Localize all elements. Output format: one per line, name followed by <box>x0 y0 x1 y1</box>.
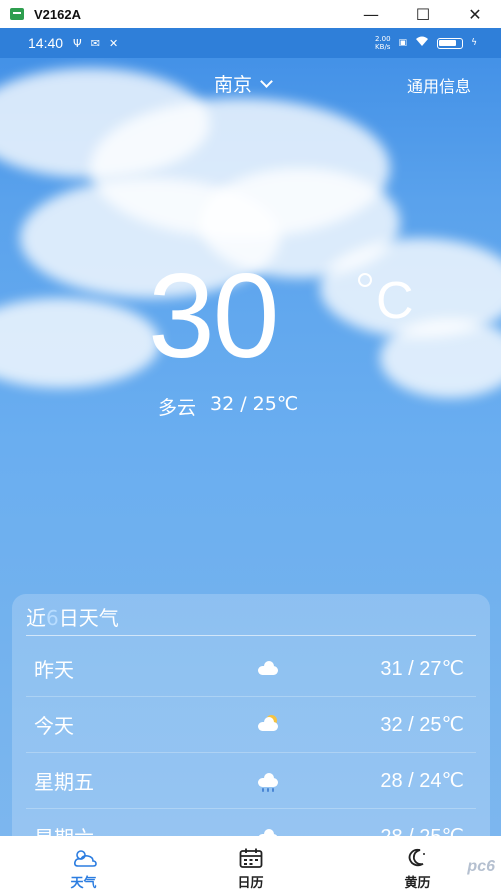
forecast-row[interactable]: 昨天 31 / 27℃ <box>26 641 476 697</box>
minimize-button[interactable]: — <box>345 0 397 28</box>
network-speed: 2.00 KB/s <box>374 35 391 51</box>
watermark: pc6 <box>467 858 495 875</box>
general-info-link[interactable]: 通用信息 <box>407 73 471 97</box>
mail-icon: ✉ <box>90 36 100 50</box>
forecast-day: 昨天 <box>34 658 74 682</box>
current-condition: 多云 32 / 25℃ <box>158 393 298 420</box>
usb-icon: Ψ <box>73 36 82 50</box>
status-bar: 14:40 Ψ ✉ ✕ 2.00 KB/s ▣ ϟ <box>0 28 501 58</box>
forecast-range: 32 / 25℃ <box>380 714 464 736</box>
bottom-nav: 天气 日历 黄历 pc6 <box>0 836 501 895</box>
partly-cloudy-icon <box>256 714 278 733</box>
status-time: 14:40 <box>28 35 64 51</box>
rain-icon <box>256 772 278 792</box>
forecast-day: 星期五 <box>34 770 94 794</box>
forecast-row[interactable]: 今天 32 / 25℃ <box>26 697 476 753</box>
cloudy-icon <box>256 660 278 677</box>
calendar-icon <box>239 848 263 868</box>
maximize-button[interactable]: ☐ <box>397 0 449 28</box>
cloud-decoration <box>0 298 160 388</box>
sim-icon: ▣ <box>398 38 408 48</box>
charging-icon: ϟ <box>471 38 477 48</box>
nav-label: 天气 <box>70 876 97 891</box>
nav-weather[interactable]: 天气 <box>0 836 167 895</box>
tools-icon: ✕ <box>108 36 119 50</box>
temperature-range: 32 / 25℃ <box>210 393 299 415</box>
cloud-decoration <box>380 318 501 398</box>
divider <box>26 635 476 636</box>
nav-calendar[interactable]: 日历 <box>167 836 334 895</box>
current-temperature: 30 <box>148 249 279 383</box>
moon-icon <box>406 848 430 868</box>
degree-icon <box>358 273 372 287</box>
nav-label: 黄历 <box>404 876 431 891</box>
close-button[interactable]: ✕ <box>449 0 501 28</box>
temperature-unit: C <box>376 272 414 330</box>
forecast-day: 今天 <box>34 714 74 738</box>
window-titlebar: V2162A — ☐ ✕ <box>0 0 501 28</box>
nav-label: 日历 <box>237 876 264 891</box>
window-controls: — ☐ ✕ <box>345 0 501 28</box>
forecast-row[interactable]: 星期五 28 / 24℃ <box>26 753 476 809</box>
app-icon <box>10 8 24 20</box>
wifi-icon <box>415 36 429 50</box>
phone-screen: 14:40 Ψ ✉ ✕ 2.00 KB/s ▣ ϟ 南京 通用信息 30 C 多云… <box>0 28 501 895</box>
notification-icons: Ψ ✉ ✕ <box>73 37 118 50</box>
status-right: 2.00 KB/s ▣ ϟ <box>375 28 477 58</box>
forecast-range: 28 / 24℃ <box>380 770 464 792</box>
weather-icon <box>72 848 97 868</box>
city-name: 南京 <box>214 74 253 96</box>
condition-text: 多云 <box>158 397 197 419</box>
battery-icon <box>437 37 464 49</box>
window-title: V2162A <box>34 6 81 22</box>
chevron-down-icon <box>260 74 273 88</box>
city-selector[interactable]: 南京 <box>214 70 273 97</box>
forecast-range: 31 / 27℃ <box>380 658 464 680</box>
forecast-title: 近6日天气 <box>26 606 119 630</box>
